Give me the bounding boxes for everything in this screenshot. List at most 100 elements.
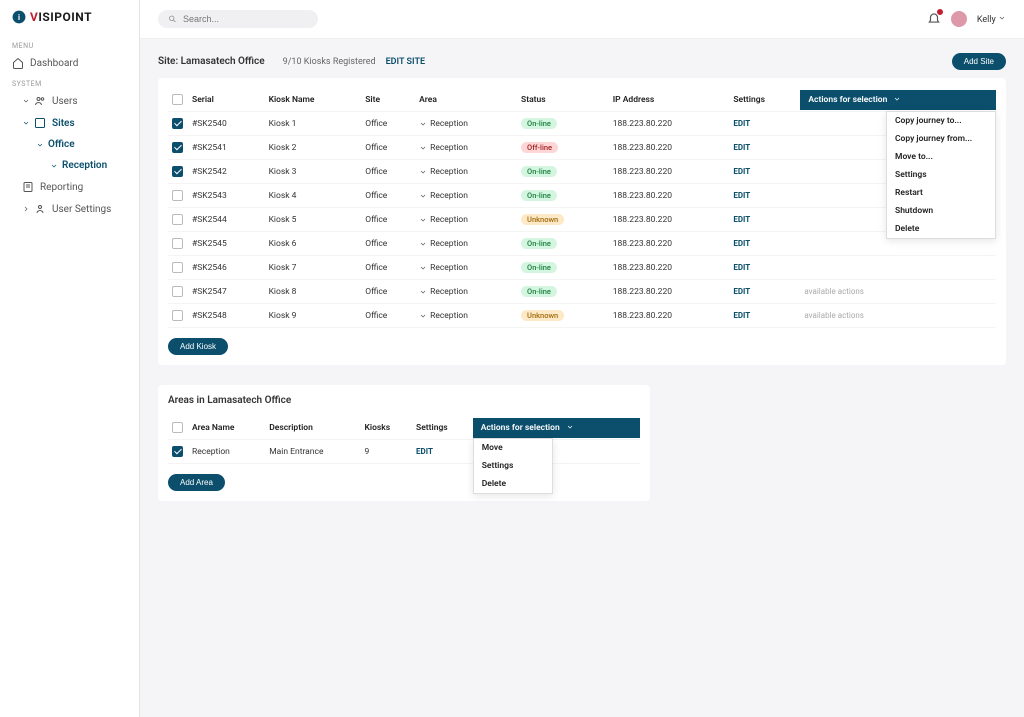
action-menu-item[interactable]: Delete <box>887 220 995 238</box>
area-select-all-checkbox[interactable] <box>172 422 183 433</box>
cell-serial: #SK2547 <box>188 280 265 304</box>
row-checkbox[interactable] <box>172 238 183 249</box>
status-badge: On-line <box>521 166 557 177</box>
cell-site: Office <box>361 304 415 328</box>
row-checkbox[interactable] <box>172 214 183 225</box>
action-menu-item[interactable]: Restart <box>887 184 995 202</box>
action-menu-item[interactable]: Settings <box>474 457 552 475</box>
nav-sites-label: Sites <box>52 118 75 129</box>
col-serial: Serial <box>188 88 265 112</box>
area-dropdown[interactable]: Reception <box>419 311 513 321</box>
status-badge: On-line <box>521 262 557 273</box>
edit-link[interactable]: EDIT <box>733 215 750 224</box>
available-actions[interactable]: available actions <box>804 287 864 296</box>
sites-icon <box>34 117 46 129</box>
status-badge: On-line <box>521 286 557 297</box>
edit-link[interactable]: EDIT <box>733 191 750 200</box>
area-dropdown[interactable]: Reception <box>419 287 513 297</box>
row-checkbox[interactable] <box>172 166 183 177</box>
row-checkbox[interactable] <box>172 142 183 153</box>
chevron-down-icon <box>419 144 427 152</box>
user-menu[interactable]: Kelly <box>977 14 1006 25</box>
area-dropdown[interactable]: Reception <box>419 143 513 153</box>
cell-serial: #SK2543 <box>188 184 265 208</box>
row-checkbox[interactable] <box>172 190 183 201</box>
row-checkbox[interactable] <box>172 286 183 297</box>
action-menu-item[interactable]: Copy journey from... <box>887 130 995 148</box>
chevron-down-icon <box>50 162 58 170</box>
app-root: i VISIPOINT MENU Dashboard SYSTEM Users … <box>0 0 1024 717</box>
nav-reporting[interactable]: Reporting <box>0 176 139 198</box>
area-dropdown[interactable]: Reception <box>419 191 513 201</box>
chevron-down-icon <box>22 119 30 127</box>
row-checkbox[interactable] <box>172 446 183 457</box>
area-dropdown[interactable]: Reception <box>419 119 513 129</box>
available-actions[interactable]: available actions <box>804 311 864 320</box>
edit-link[interactable]: EDIT <box>416 447 433 456</box>
site-name: Site: Lamasatech Office <box>158 56 265 67</box>
cell-name: Kiosk 1 <box>265 112 362 136</box>
add-site-button[interactable]: Add Site <box>952 53 1006 70</box>
nav-dashboard-label: Dashboard <box>30 58 78 69</box>
select-all-checkbox[interactable] <box>172 94 183 105</box>
area-dropdown[interactable]: Reception <box>419 239 513 249</box>
add-kiosk-button[interactable]: Add Kiosk <box>168 338 228 355</box>
menu-section-label: MENU <box>0 36 139 52</box>
row-checkbox[interactable] <box>172 118 183 129</box>
notifications-button[interactable] <box>927 11 941 28</box>
action-menu-item[interactable]: Delete <box>474 475 552 493</box>
edit-site-link[interactable]: EDIT SITE <box>386 57 426 67</box>
home-icon <box>12 57 24 69</box>
edit-link[interactable]: EDIT <box>733 143 750 152</box>
chevron-down-icon <box>22 97 30 105</box>
col-ip: IP Address <box>609 88 730 112</box>
row-checkbox[interactable] <box>172 310 183 321</box>
nav-reception[interactable]: Reception <box>0 155 139 176</box>
nav-office-label: Office <box>48 139 75 150</box>
cell-site: Office <box>361 280 415 304</box>
action-menu-item[interactable]: Shutdown <box>887 202 995 220</box>
chevron-down-icon <box>419 240 427 248</box>
cell-name: Kiosk 2 <box>265 136 362 160</box>
action-menu-item[interactable]: Move <box>474 439 552 457</box>
cell-serial: #SK2545 <box>188 232 265 256</box>
cell-ip: 188.223.80.220 <box>609 208 730 232</box>
cell-kiosks: 9 <box>361 440 413 464</box>
action-menu-item[interactable]: Settings <box>887 166 995 184</box>
action-menu-item[interactable]: Move to... <box>887 148 995 166</box>
area-actions-dropdown: MoveSettingsDelete <box>473 438 553 494</box>
cell-site: Office <box>361 208 415 232</box>
cell-name: Kiosk 3 <box>265 160 362 184</box>
brand-text: VISIPOINT <box>30 10 92 24</box>
avatar[interactable] <box>951 11 967 27</box>
nav-user-settings[interactable]: User Settings <box>0 198 139 220</box>
row-checkbox[interactable] <box>172 262 183 273</box>
edit-link[interactable]: EDIT <box>733 287 750 296</box>
edit-link[interactable]: EDIT <box>733 311 750 320</box>
area-dropdown[interactable]: Reception <box>419 167 513 177</box>
nav-user-settings-label: User Settings <box>52 204 111 215</box>
search-box[interactable] <box>158 10 318 28</box>
area-dropdown[interactable]: Reception <box>419 215 513 225</box>
add-area-button[interactable]: Add Area <box>168 474 225 491</box>
edit-link[interactable]: EDIT <box>733 119 750 128</box>
actions-for-selection-button[interactable]: Actions for selection <box>800 90 996 110</box>
area-actions-button[interactable]: Actions for selection <box>473 418 640 438</box>
cell-name: Kiosk 7 <box>265 256 362 280</box>
nav-office[interactable]: Office <box>0 134 139 155</box>
action-menu-item[interactable]: Copy journey to... <box>887 112 995 130</box>
area-dropdown[interactable]: Reception <box>419 263 513 273</box>
search-input[interactable] <box>183 14 308 24</box>
table-row: #SK2543Kiosk 4Office ReceptionOn-line188… <box>168 184 996 208</box>
content: Site: Lamasatech Office 9/10 Kiosks Regi… <box>140 39 1024 535</box>
nav-users[interactable]: Users <box>0 90 139 112</box>
nav-dashboard[interactable]: Dashboard <box>0 52 139 74</box>
brand-logo: i VISIPOINT <box>0 10 139 36</box>
edit-link[interactable]: EDIT <box>733 239 750 248</box>
edit-link[interactable]: EDIT <box>733 167 750 176</box>
cell-site: Office <box>361 256 415 280</box>
nav-sites[interactable]: Sites <box>0 112 139 134</box>
edit-link[interactable]: EDIT <box>733 263 750 272</box>
sidebar: i VISIPOINT MENU Dashboard SYSTEM Users … <box>0 0 140 717</box>
topbar: Kelly <box>140 0 1024 39</box>
